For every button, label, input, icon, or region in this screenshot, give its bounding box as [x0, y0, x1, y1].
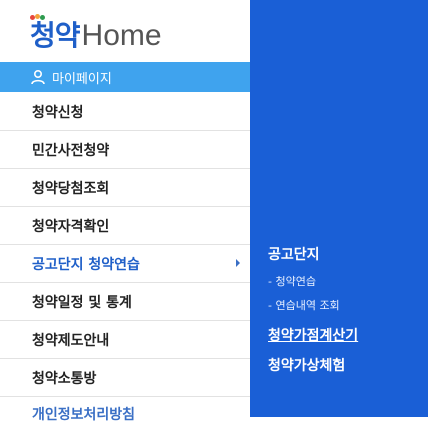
menu-item-practice[interactable]: 공고단지 청약연습 — [0, 245, 250, 283]
sidebar: 청약 Home 마이페이지 청약신청 민간사전청약 청약당첨조회 청약자격확인 … — [0, 0, 250, 423]
menu-item-private-pre-subscription[interactable]: 민간사전청약 — [0, 131, 250, 169]
submenu-panel: 공고단지 - 청약연습 - 연습내역 조회 청약가점계산기 청약가상체험 — [250, 0, 428, 417]
mypage-label: 마이페이지 — [52, 71, 112, 87]
menu-item-label: 개인정보처리방침 — [32, 407, 136, 423]
menu-item-privacy-policy[interactable]: 개인정보처리방침 — [0, 397, 250, 431]
submenu-item-practice[interactable]: - 청약연습 — [268, 273, 316, 289]
menu-item-label: 청약자격확인 — [32, 218, 110, 235]
menu-item-label: 청약소통방 — [32, 370, 97, 387]
menu-item-eligibility-check[interactable]: 청약자격확인 — [0, 207, 250, 245]
logo[interactable]: 청약 Home — [30, 12, 162, 52]
menu-item-label: 민간사전청약 — [32, 142, 110, 159]
menu-item-label: 공고단지 청약연습 — [32, 256, 140, 273]
submenu-title: 공고단지 — [268, 247, 320, 263]
chevron-right-icon — [236, 259, 240, 267]
menu-item-winning-inquiry[interactable]: 청약당첨조회 — [0, 169, 250, 207]
menu-item-schedule-statistics[interactable]: 청약일정 및 통계 — [0, 283, 250, 321]
menu-item-label: 청약신청 — [32, 104, 84, 121]
logo-korean: 청약 — [30, 14, 81, 52]
submenu-item-practice-history[interactable]: - 연습내역 조회 — [268, 297, 340, 313]
submenu-link-score-calculator[interactable]: 청약가점계산기 — [268, 325, 358, 345]
menu-item-communication[interactable]: 청약소통방 — [0, 359, 250, 397]
logo-english: Home — [81, 19, 162, 52]
main-menu: 청약신청 민간사전청약 청약당첨조회 청약자격확인 공고단지 청약연습 청약일정… — [0, 93, 250, 431]
menu-item-label: 청약제도안내 — [32, 332, 110, 349]
mypage-button[interactable]: 마이페이지 — [0, 62, 250, 92]
user-icon — [31, 69, 45, 85]
logo-dots-icon — [30, 14, 45, 20]
menu-item-label: 청약일정 및 통계 — [32, 294, 132, 311]
menu-item-label: 청약당첨조회 — [32, 180, 110, 197]
menu-item-system-guide[interactable]: 청약제도안내 — [0, 321, 250, 359]
menu-item-apply[interactable]: 청약신청 — [0, 93, 250, 131]
submenu-link-virtual-experience[interactable]: 청약가상체험 — [268, 355, 345, 375]
